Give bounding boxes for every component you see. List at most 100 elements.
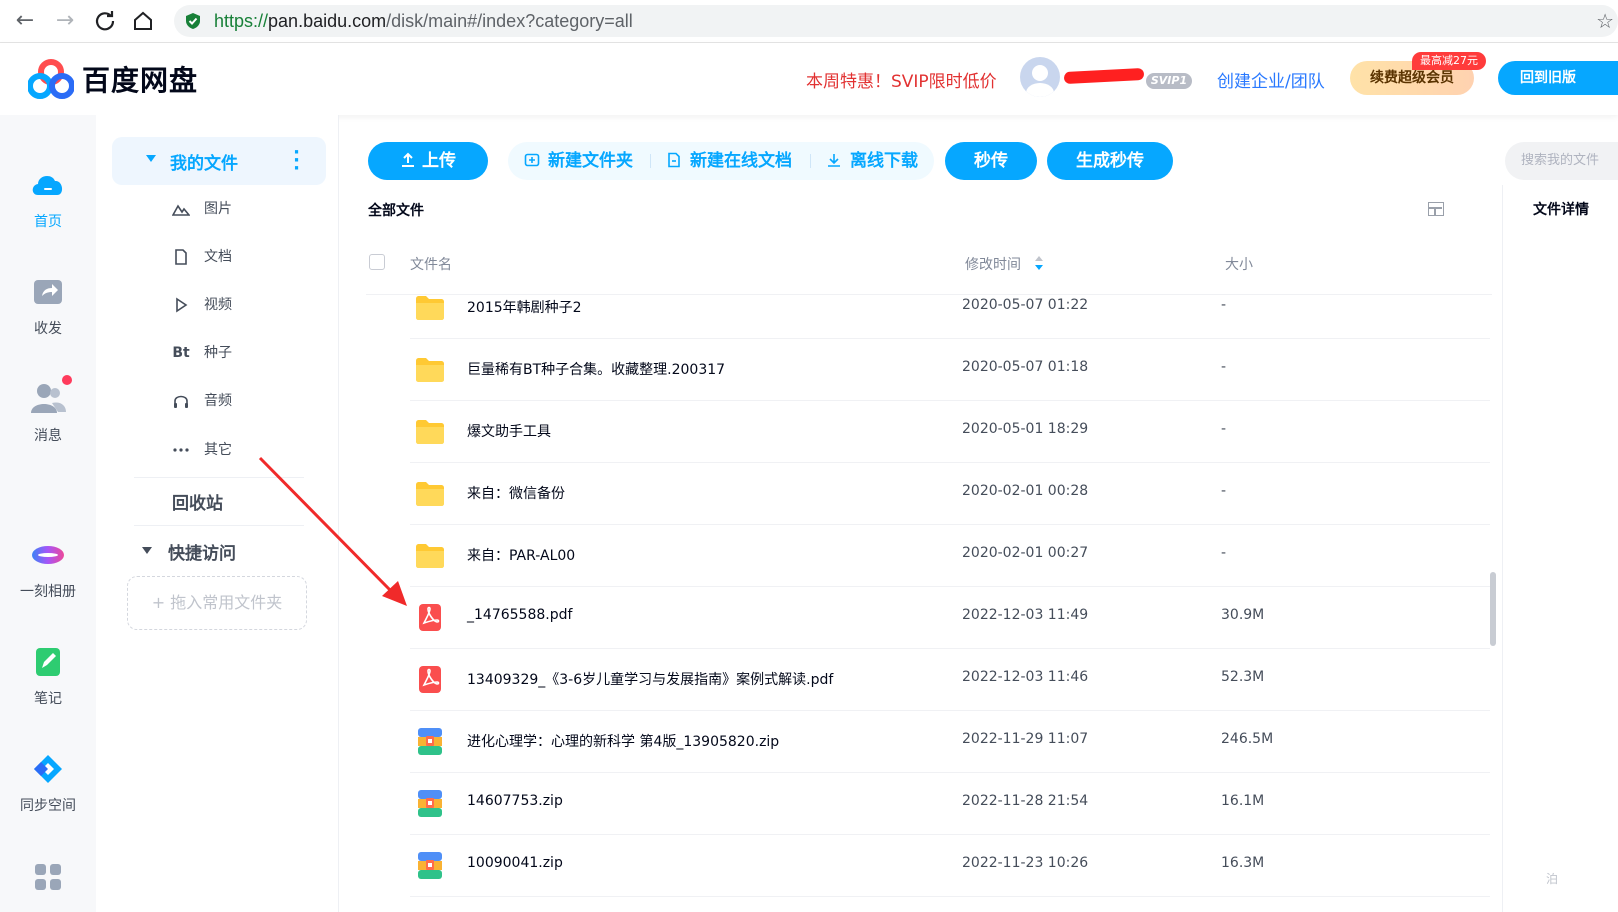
file-modified-time: 2020-05-07 01:18 (962, 359, 1089, 375)
file-row[interactable]: 来自：PAR-AL00 2020-02-01 00:27 - (410, 524, 1490, 587)
rail-item-apps[interactable] (0, 857, 96, 903)
avatar[interactable] (1020, 57, 1060, 97)
file-modified-time: 2020-05-07 01:22 (962, 297, 1089, 313)
upload-button[interactable]: 上传 (368, 142, 488, 180)
reload-icon[interactable] (92, 8, 118, 34)
folder-icon (414, 293, 446, 321)
file-name[interactable]: _14765588.pdf (467, 607, 572, 623)
new-folder-button[interactable]: 新建文件夹 (524, 142, 633, 180)
file-row[interactable]: _14765588.pdf 2022-12-03 11:49 30.9M (410, 586, 1490, 649)
file-name[interactable]: 爆文助手工具 (467, 421, 551, 441)
sync-icon (28, 749, 68, 789)
more-icon (172, 442, 190, 458)
file-row[interactable]: 2015年韩剧种子2 2020-05-07 01:22 - (410, 276, 1490, 339)
url-text: https://pan.baidu.com/disk/main#/index?c… (214, 11, 633, 31)
image-icon (171, 201, 191, 217)
bt-icon: Bt (172, 345, 190, 361)
column-header-name[interactable]: 文件名 (410, 254, 452, 274)
sidebar-item-my-files[interactable]: 我的文件 · · · (112, 137, 326, 185)
expand-caret-icon[interactable] (142, 547, 152, 554)
new-doc-icon (668, 152, 680, 168)
separator (650, 154, 651, 168)
scrollbar-thumb[interactable] (1490, 572, 1496, 646)
note-icon (28, 642, 68, 682)
file-size: 16.3M (1221, 855, 1265, 871)
back-to-old-version-button[interactable]: 回到旧版 (1498, 61, 1618, 95)
drop-favorite-folder-zone[interactable]: + 拖入常用文件夹 (127, 576, 307, 630)
pdf-icon (414, 665, 446, 693)
new-online-doc-button[interactable]: 新建在线文档 (666, 142, 792, 180)
back-arrow-icon[interactable]: ← (12, 8, 38, 34)
rail-item-album[interactable]: 一刻相册 (0, 535, 96, 601)
expand-caret-icon[interactable] (146, 155, 156, 162)
breadcrumb[interactable]: 全部文件 (368, 200, 424, 220)
upload-icon (402, 152, 414, 167)
rail-item-sync[interactable]: 同步空间 (0, 749, 96, 815)
more-vertical-icon[interactable]: · · · (293, 144, 300, 178)
sidebar-item-label: 快捷访问 (168, 544, 236, 564)
rail-item-notes[interactable]: 笔记 (0, 642, 96, 708)
generate-instant-link-button[interactable]: 生成秒传 (1047, 142, 1173, 180)
select-all-checkbox[interactable] (369, 254, 385, 270)
zip-icon (414, 727, 446, 755)
users-icon (28, 375, 72, 419)
instant-transfer-button[interactable]: 秒传 (945, 142, 1037, 180)
rail-label: 同步空间 (20, 798, 76, 814)
rail-label: 首页 (34, 214, 62, 230)
rail-label: 笔记 (34, 691, 62, 707)
file-row[interactable]: 爆文助手工具 2020-05-01 18:29 - (410, 400, 1490, 463)
search-input[interactable]: 搜索我的文件 (1505, 142, 1618, 180)
apps-grid-icon (28, 857, 68, 897)
home-icon[interactable] (130, 8, 156, 34)
view-mode-icon[interactable] (1428, 202, 1444, 216)
file-row[interactable]: 来自：微信备份 2020-02-01 00:28 - (410, 462, 1490, 525)
file-size: - (1221, 483, 1227, 499)
address-bar[interactable]: https://pan.baidu.com/disk/main#/index?c… (174, 5, 1618, 37)
forward-arrow-icon[interactable]: → (52, 8, 78, 34)
file-name[interactable]: 10090041.zip (467, 855, 563, 871)
file-modified-time: 2022-11-28 21:54 (962, 793, 1089, 809)
file-size: - (1221, 421, 1227, 437)
file-detail-pane: 文件详情 (1502, 185, 1618, 912)
file-modified-time: 2020-02-01 00:28 (962, 483, 1089, 499)
file-name[interactable]: 巨量稀有BT种子合集。收藏整理.200317 (467, 359, 725, 379)
file-name[interactable]: 来自：PAR-AL00 (467, 545, 575, 565)
divider (134, 525, 304, 526)
rail-item-messages[interactable]: 消息 (0, 375, 96, 445)
sidebar-item-label: 种子 (204, 345, 232, 361)
create-team-link[interactable]: 创建企业/团队 (1217, 67, 1325, 92)
file-row[interactable]: 巨量稀有BT种子合集。收藏整理.200317 2020-05-07 01:18 - (410, 338, 1490, 401)
bookmark-star-icon[interactable]: ☆ (1596, 9, 1614, 33)
file-row[interactable]: 10090041.zip 2022-11-23 10:26 16.3M (410, 834, 1490, 897)
offline-download-button[interactable]: 离线下载 (826, 142, 918, 180)
file-size: - (1221, 359, 1227, 375)
file-row[interactable]: 进化心理学：心理的新科学 第4版_13905820.zip 2022-11-29 … (410, 710, 1490, 773)
rail-item-share[interactable]: 收发 (0, 272, 96, 338)
file-name[interactable]: 来自：微信备份 (467, 483, 565, 503)
sidebar-item-recycle-bin[interactable]: 回收站 (172, 489, 223, 514)
file-modified-time: 2020-05-01 18:29 (962, 421, 1089, 437)
browser-toolbar: ← → https://pan.baidu.com/disk/main#/ind… (0, 0, 1618, 43)
left-rail: 首页 收发 消息 一刻相册 笔记 同步空间 (0, 115, 96, 912)
file-modified-time: 2022-12-03 11:46 (962, 669, 1089, 685)
file-name[interactable]: 14607753.zip (467, 793, 563, 809)
unread-dot (62, 375, 72, 385)
file-name[interactable]: 2015年韩剧种子2 (467, 297, 582, 317)
offline-download-label: 离线下载 (850, 151, 918, 171)
rail-item-home[interactable]: 首页 (0, 165, 96, 231)
secure-shield-icon (186, 13, 200, 29)
document-icon (172, 249, 190, 265)
column-header-modified[interactable]: 修改时间 (965, 254, 1021, 274)
file-name[interactable]: 13409329_《3-6岁儿童学习与发展指南》案例式解读.pdf (467, 669, 833, 689)
new-folder-label: 新建文件夹 (548, 151, 633, 171)
column-header-size[interactable]: 大小 (1225, 254, 1253, 274)
folder-icon (414, 355, 446, 383)
file-name[interactable]: 进化心理学：心理的新科学 第4版_13905820.zip (467, 731, 779, 751)
username-redaction (1063, 67, 1145, 85)
app-header: 百度网盘 本周特惠！SVIP限时低价 SVIP1 创建企业/团队 续费超级会员 … (0, 43, 1618, 115)
promo-link[interactable]: 本周特惠！SVIP限时低价 (806, 67, 997, 92)
sort-icon[interactable] (1035, 256, 1043, 270)
file-row[interactable]: 14607753.zip 2022-11-28 21:54 16.1M (410, 772, 1490, 835)
file-modified-time: 2020-02-01 00:27 (962, 545, 1089, 561)
file-row[interactable]: 13409329_《3-6岁儿童学习与发展指南》案例式解读.pdf 2022-12… (410, 648, 1490, 711)
